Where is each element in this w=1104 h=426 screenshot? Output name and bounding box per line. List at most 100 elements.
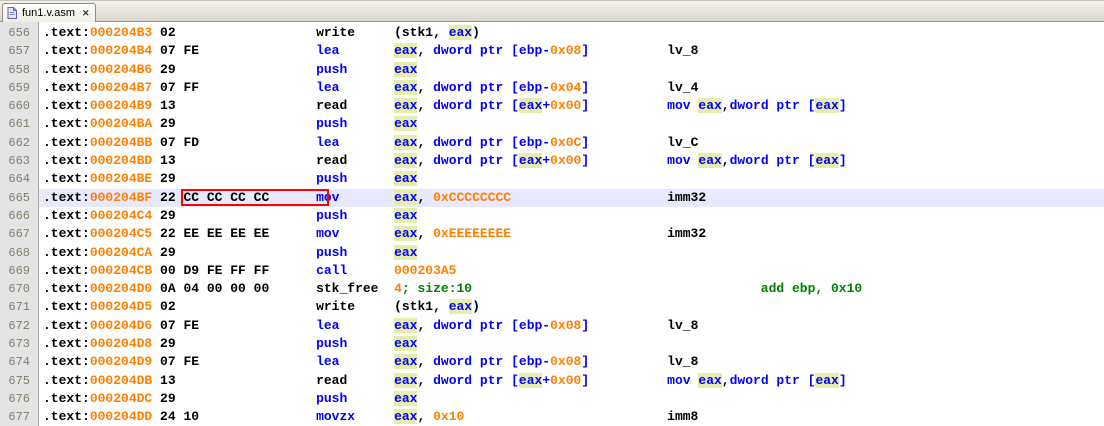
code-segment: dword ptr [	[433, 372, 519, 388]
code-line[interactable]: .text:000204DD 24 10 movzx eax, 0x10 imm…	[39, 408, 1104, 426]
line-number[interactable]: 665	[0, 189, 38, 207]
code-segment: ,	[417, 409, 434, 425]
code-line[interactable]: .text:000204BA 29 push eax	[39, 115, 1104, 133]
code-segment: dword ptr [	[433, 153, 519, 169]
code-segment: mov	[589, 372, 699, 388]
line-number[interactable]: 673	[0, 335, 38, 353]
line-number[interactable]: 657	[0, 42, 38, 60]
tab-fun1-v-asm[interactable]: fun1.v.asm ✕	[2, 3, 96, 22]
highlighted-register: eax	[394, 134, 418, 150]
line-number[interactable]: 656	[0, 24, 38, 42]
code-segment: 00 D9 FE FF FF	[152, 262, 317, 278]
highlighted-register: eax	[815, 372, 839, 388]
line-number[interactable]: 670	[0, 280, 38, 298]
code-segment: ]	[581, 317, 590, 333]
code-segment: 000204DB	[89, 372, 153, 388]
code-line[interactable]: .text:000204BB 07 FD lea eax, dword ptr …	[39, 134, 1104, 152]
code-segment: .text:	[43, 409, 90, 425]
code-line[interactable]: .text:000204D8 29 push eax	[39, 335, 1104, 353]
line-number[interactable]: 663	[0, 152, 38, 170]
code-line[interactable]: .text:000204B9 13 read eax, dword ptr [e…	[39, 97, 1104, 115]
highlighted-register: eax	[394, 116, 418, 132]
code-line[interactable]: .text:000204CA 29 push eax	[39, 244, 1104, 262]
code-segment: dword ptr [ebp-	[433, 134, 551, 150]
code-line[interactable]: .text:000204DB 13 read eax, dword ptr [e…	[39, 372, 1104, 390]
line-number[interactable]: 668	[0, 244, 38, 262]
code-segment: 29	[152, 171, 317, 187]
code-line[interactable]: .text:000204C5 22 EE EE EE EE mov eax, 0…	[39, 225, 1104, 243]
code-segment: 29	[152, 336, 317, 352]
highlighted-register: eax	[448, 25, 473, 40]
code-line[interactable]: .text:000204BD 13 read eax, dword ptr [e…	[39, 152, 1104, 170]
editor-window: fun1.v.asm ✕ 656 657 658 659 660 661 662 663 664…	[0, 0, 1104, 426]
line-number[interactable]: 675	[0, 372, 38, 390]
line-number[interactable]: 674	[0, 353, 38, 371]
tab-close-icon[interactable]: ✕	[82, 8, 90, 18]
code-line[interactable]: .text:000204B3 02 write (stk1, eax)	[39, 24, 1104, 42]
code-line[interactable]: .text:000204D9 07 FE lea eax, dword ptr …	[39, 353, 1104, 371]
code-line[interactable]: .text:000204BE 29 push eax	[39, 170, 1104, 188]
code-segment: push	[316, 244, 395, 260]
line-number[interactable]: 666	[0, 207, 38, 225]
code-segment: ]	[581, 79, 590, 95]
code-segment: 29	[152, 390, 317, 406]
code-line[interactable]: .text:000204D0 0A 04 00 00 00 stk_free 4…	[39, 280, 1104, 298]
code-segment: push	[316, 171, 395, 187]
code-segment: call	[316, 262, 395, 278]
code-segment: dword ptr [	[729, 372, 816, 388]
code-segment: ,	[417, 134, 434, 150]
code-line[interactable]: .text:000204BF 22 CC CC CC CC mov eax, 0…	[39, 188, 1104, 207]
line-number[interactable]: 669	[0, 262, 38, 280]
line-number[interactable]: 659	[0, 79, 38, 97]
code-segment: dword ptr [ebp-	[433, 317, 551, 333]
line-number[interactable]: 677	[0, 408, 38, 426]
code-editor: 656 657 658 659 660 661 662 663 664 665 666 667 668 6…	[0, 22, 1104, 426]
code-segment: imm32	[511, 226, 707, 242]
line-number[interactable]: 664	[0, 170, 38, 188]
code-line[interactable]: .text:000204DC 29 push eax	[39, 390, 1104, 408]
code-line[interactable]: .text:000204C4 29 push eax	[39, 207, 1104, 225]
highlighted-register: eax	[394, 244, 418, 260]
code-line[interactable]: .text:000204B6 29 push eax	[39, 61, 1104, 79]
code-segment: )	[472, 299, 480, 315]
code-segment: lv_8	[589, 43, 699, 59]
highlighted-register: eax	[518, 153, 543, 169]
line-number[interactable]: 671	[0, 298, 38, 316]
line-number[interactable]: 661	[0, 115, 38, 133]
code-line[interactable]: .text:000204B7 07 FF lea eax, dword ptr …	[39, 79, 1104, 97]
code-segment: push	[316, 116, 395, 132]
code-segment: )	[472, 25, 480, 40]
code-segment: 24 10	[152, 409, 317, 425]
code-line[interactable]: .text:000204D5 02 write (stk1, eax)	[39, 298, 1104, 316]
code-segment: .text:	[43, 207, 90, 223]
code-lines[interactable]: .text:000204B3 02 write (stk1, eax) .text…	[39, 22, 1104, 426]
code-segment: 0x0C	[550, 134, 582, 150]
code-segment: 000204BB	[89, 134, 153, 150]
code-segment: +	[542, 372, 551, 388]
line-number[interactable]: 662	[0, 134, 38, 152]
code-segment: write	[316, 25, 395, 40]
line-number[interactable]: 676	[0, 390, 38, 408]
code-segment: 0xCCCCCCCC	[433, 189, 512, 205]
line-number[interactable]: 667	[0, 225, 38, 243]
code-segment: .text:	[43, 134, 90, 150]
code-segment: lea	[316, 134, 395, 150]
line-number[interactable]: 658	[0, 61, 38, 79]
code-segment: mov	[589, 98, 699, 114]
code-line[interactable]: .text:000204CB 00 D9 FE FF FF call 00020…	[39, 262, 1104, 280]
code-segment: 000204B4	[89, 43, 153, 59]
code-segment: ,	[417, 189, 434, 205]
line-number[interactable]: 672	[0, 317, 38, 335]
highlighted-register: eax	[448, 299, 473, 315]
code-segment: .text:	[43, 226, 90, 242]
code-line[interactable]: .text:000204D6 07 FE lea eax, dword ptr …	[39, 317, 1104, 335]
code-segment: ,	[417, 372, 434, 388]
code-segment: .text:	[43, 390, 90, 406]
code-segment: 07 FF	[152, 79, 317, 95]
code-line[interactable]: .text:000204B4 07 FE lea eax, dword ptr …	[39, 42, 1104, 60]
line-number[interactable]: 660	[0, 97, 38, 115]
code-segment: .text:	[43, 317, 90, 333]
code-segment: 0x04	[550, 79, 582, 95]
code-segment: 02	[152, 299, 317, 315]
code-segment: ,	[721, 372, 730, 388]
